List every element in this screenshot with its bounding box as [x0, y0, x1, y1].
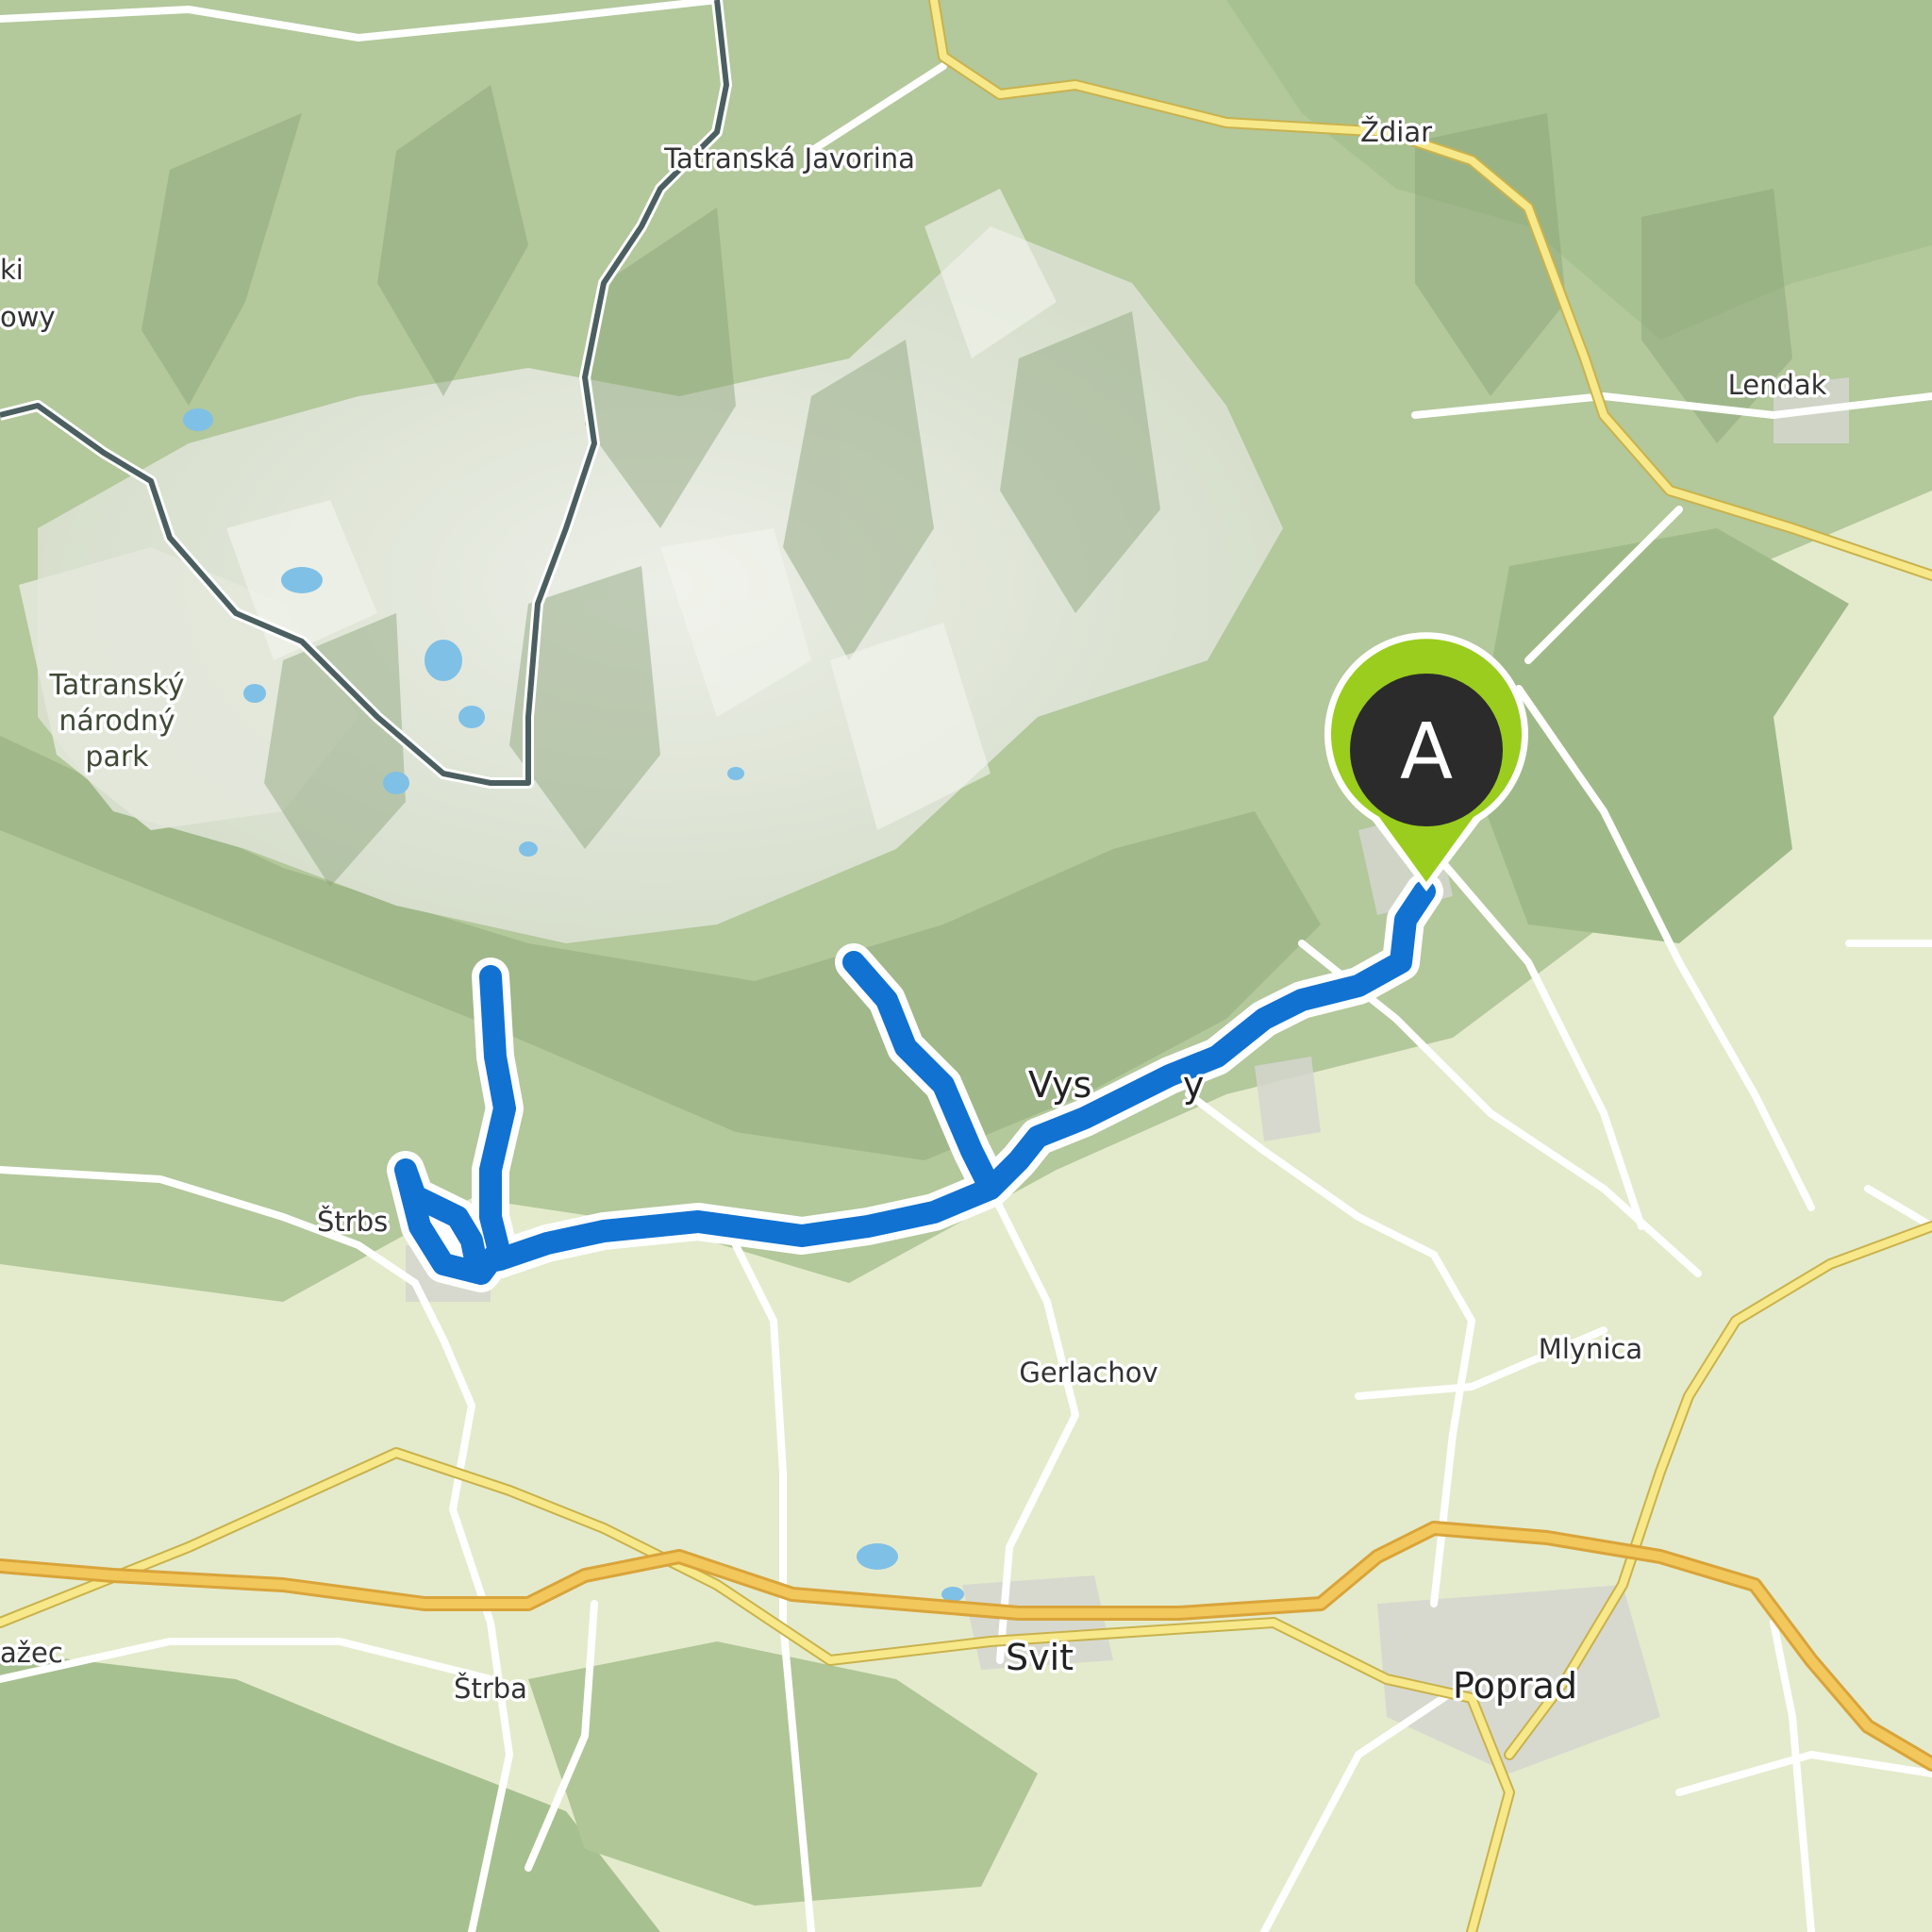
label-tatranska-javorina: Tatranská Javorina: [663, 142, 915, 175]
map-canvas[interactable]: A Tatranská Javorina Ždiar Lendak Tatran…: [0, 0, 1932, 1932]
label-park-line3: park: [85, 741, 149, 774]
map-svg[interactable]: A Tatranská Javorina Ždiar Lendak Tatran…: [0, 0, 1932, 1932]
label-strbske-pleso: Štrbs: [317, 1206, 388, 1238]
label-park-line1: Tatranský: [49, 669, 185, 702]
label-strba: Štrba: [454, 1673, 527, 1705]
label-zdiar: Ždiar: [1360, 116, 1432, 148]
label-gerlachov: Gerlachov: [1019, 1357, 1158, 1389]
label-cut-left-2: owy: [0, 301, 56, 333]
label-cut-left-1: ki: [0, 254, 24, 286]
marker-letter: A: [1400, 708, 1453, 797]
label-svit: Svit: [1006, 1637, 1074, 1678]
label-vysoke-tatry: Vys y: [1028, 1064, 1204, 1106]
label-mlynica: Mlynica: [1539, 1333, 1642, 1365]
label-lendak: Lendak: [1728, 369, 1827, 401]
label-park-line2: národný: [58, 705, 175, 738]
label-vazec: ažec: [0, 1637, 63, 1669]
label-poprad: Poprad: [1453, 1665, 1577, 1707]
